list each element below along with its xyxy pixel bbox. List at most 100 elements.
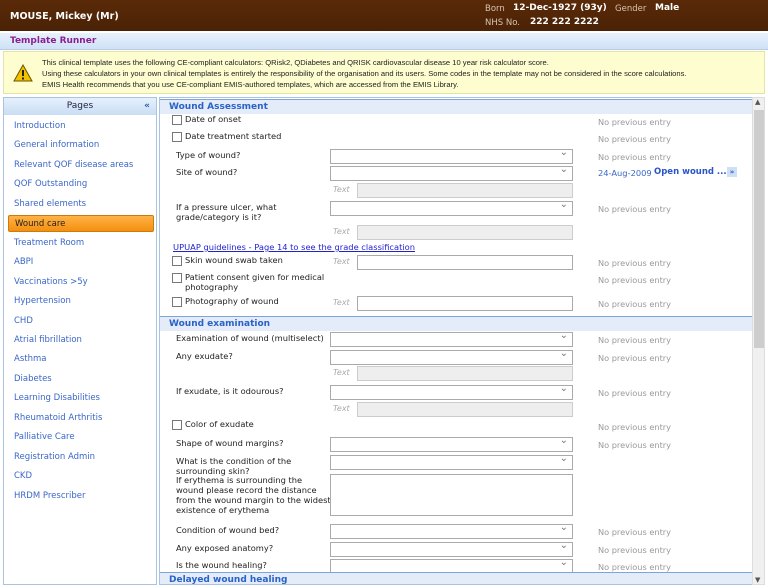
scroll-thumb[interactable] bbox=[754, 110, 764, 348]
checkbox[interactable] bbox=[172, 273, 182, 283]
scroll-up-icon[interactable]: ▲ bbox=[755, 98, 760, 106]
checkbox-label: Patient consent given for medical photog… bbox=[185, 272, 325, 292]
dropdown[interactable] bbox=[330, 330, 573, 347]
previous-entry: No previous entry bbox=[598, 258, 671, 268]
text-input[interactable] bbox=[357, 296, 573, 311]
sidebar-item[interactable]: Learning Disabilities bbox=[8, 390, 154, 407]
nhs-value: 222 222 2222 bbox=[530, 17, 599, 27]
collapse-icon[interactable]: « bbox=[144, 98, 150, 115]
sidebar-item[interactable]: General information bbox=[8, 137, 154, 154]
born-value: 12-Dec-1927 (93y) bbox=[513, 3, 607, 13]
sidebar-item[interactable]: Treatment Room bbox=[8, 235, 154, 252]
previous-entry: No previous entry bbox=[598, 152, 671, 162]
warning-line: This clinical template uses the followin… bbox=[42, 58, 549, 67]
previous-entry: No previous entry bbox=[598, 204, 671, 214]
text-label: Text bbox=[333, 257, 350, 266]
sidebar-item[interactable]: Vaccinations >5y bbox=[8, 274, 154, 291]
checkbox-label: Photography of wound bbox=[185, 296, 279, 306]
text-input[interactable] bbox=[357, 183, 573, 198]
warning-banner: This clinical template uses the followin… bbox=[3, 51, 765, 94]
field-label: Shape of wound margins? bbox=[176, 438, 284, 448]
warning-triangle-icon bbox=[13, 64, 33, 82]
nhs-label: NHS No. bbox=[485, 18, 520, 28]
text-label: Text bbox=[333, 298, 350, 307]
expand-history-button[interactable]: » bbox=[727, 167, 737, 177]
previous-entry: No previous entry bbox=[598, 562, 671, 572]
dropdown[interactable] bbox=[330, 522, 573, 539]
dropdown[interactable] bbox=[330, 540, 573, 557]
dropdown[interactable] bbox=[330, 147, 573, 164]
sidebar-item[interactable]: CHD bbox=[8, 313, 154, 330]
window-title: Template Runner bbox=[10, 36, 97, 46]
previous-entry: No previous entry bbox=[598, 335, 671, 345]
field-label: If erythema is surrounding the wound ple… bbox=[176, 475, 331, 515]
text-input[interactable] bbox=[357, 255, 573, 270]
text-label: Text bbox=[333, 227, 350, 236]
patient-banner: MOUSE, Mickey (Mr) Born 12-Dec-1927 (93y… bbox=[0, 0, 768, 31]
previous-entry-value[interactable]: Open wound ... bbox=[654, 167, 727, 177]
checkbox[interactable] bbox=[172, 420, 182, 430]
sidebar-item[interactable]: QOF Outstanding bbox=[8, 176, 154, 193]
dropdown[interactable] bbox=[330, 383, 573, 400]
previous-entry: No previous entry bbox=[598, 545, 671, 555]
text-label: Text bbox=[333, 368, 350, 377]
text-input[interactable] bbox=[357, 225, 573, 240]
previous-entry: No previous entry bbox=[598, 299, 671, 309]
field-label: Condition of wound bed? bbox=[176, 525, 280, 535]
section-header: Delayed wound healing bbox=[160, 572, 752, 584]
scroll-down-icon[interactable]: ▼ bbox=[755, 576, 760, 584]
previous-entry: No previous entry bbox=[598, 422, 671, 432]
sidebar-item[interactable]: Shared elements bbox=[8, 196, 154, 213]
pages-header: Pages « bbox=[4, 98, 156, 115]
text-label: Text bbox=[333, 185, 350, 194]
field-label: Site of wound? bbox=[176, 167, 238, 177]
section-header: Wound examination bbox=[160, 316, 752, 331]
previous-entry: No previous entry bbox=[598, 353, 671, 363]
previous-entry: No previous entry bbox=[598, 134, 671, 144]
pages-sidebar: Pages « Introduction General information Re… bbox=[3, 97, 157, 585]
checkbox-label: Date of onset bbox=[185, 114, 242, 124]
previous-entry: No previous entry bbox=[598, 527, 671, 537]
previous-entry: No previous entry bbox=[598, 275, 671, 285]
born-label: Born bbox=[485, 4, 505, 14]
sidebar-item[interactable]: HRDM Prescriber bbox=[8, 488, 154, 505]
sidebar-item[interactable]: Hypertension bbox=[8, 293, 154, 310]
dropdown[interactable] bbox=[330, 348, 573, 365]
warning-line: EMIS Health recommends that you use CE-c… bbox=[42, 80, 459, 89]
checkbox[interactable] bbox=[172, 115, 182, 125]
sidebar-item[interactable]: Diabetes bbox=[8, 371, 154, 388]
dropdown[interactable] bbox=[330, 199, 573, 216]
sidebar-item[interactable]: Atrial fibrillation bbox=[8, 332, 154, 349]
dropdown[interactable] bbox=[330, 453, 573, 470]
text-input[interactable] bbox=[357, 402, 573, 417]
dropdown[interactable] bbox=[330, 435, 573, 452]
previous-entry: No previous entry bbox=[598, 440, 671, 450]
checkbox[interactable] bbox=[172, 297, 182, 307]
field-label: Is the wound healing? bbox=[176, 560, 267, 570]
guidelines-link[interactable]: UPUAP guidelines - Page 14 to see the gr… bbox=[173, 242, 415, 252]
field-label: What is the condition of the surrounding… bbox=[176, 456, 292, 476]
sidebar-item[interactable]: CKD bbox=[8, 468, 154, 485]
warning-line: Using these calculators in your own clin… bbox=[42, 69, 687, 78]
field-label: Any exposed anatomy? bbox=[176, 543, 274, 553]
section-header: Wound Assessment bbox=[160, 99, 752, 114]
sidebar-item[interactable]: Wound care bbox=[8, 215, 154, 233]
dropdown[interactable] bbox=[330, 164, 573, 181]
sidebar-item[interactable]: Introduction bbox=[8, 118, 154, 135]
sidebar-item[interactable]: Asthma bbox=[8, 351, 154, 368]
sidebar-item[interactable]: Rheumatoid Arthritis bbox=[8, 410, 154, 427]
sidebar-item[interactable]: Palliative Care bbox=[8, 429, 154, 446]
textarea[interactable] bbox=[330, 474, 573, 516]
checkbox[interactable] bbox=[172, 256, 182, 266]
sidebar-item[interactable]: Relevant QOF disease areas bbox=[8, 157, 154, 174]
pages-title: Pages bbox=[66, 101, 94, 111]
sidebar-item[interactable]: Registration Admin bbox=[8, 449, 154, 466]
sidebar-item[interactable]: ABPI bbox=[8, 254, 154, 271]
scrollbar[interactable]: ▲ ▼ bbox=[752, 97, 765, 585]
checkbox-label: Color of exudate bbox=[185, 419, 254, 429]
field-label: If exudate, is it odourous? bbox=[176, 386, 284, 396]
text-input[interactable] bbox=[357, 366, 573, 381]
previous-entry: No previous entry bbox=[598, 117, 671, 127]
checkbox[interactable] bbox=[172, 132, 182, 142]
field-label: Type of wound? bbox=[176, 150, 241, 160]
